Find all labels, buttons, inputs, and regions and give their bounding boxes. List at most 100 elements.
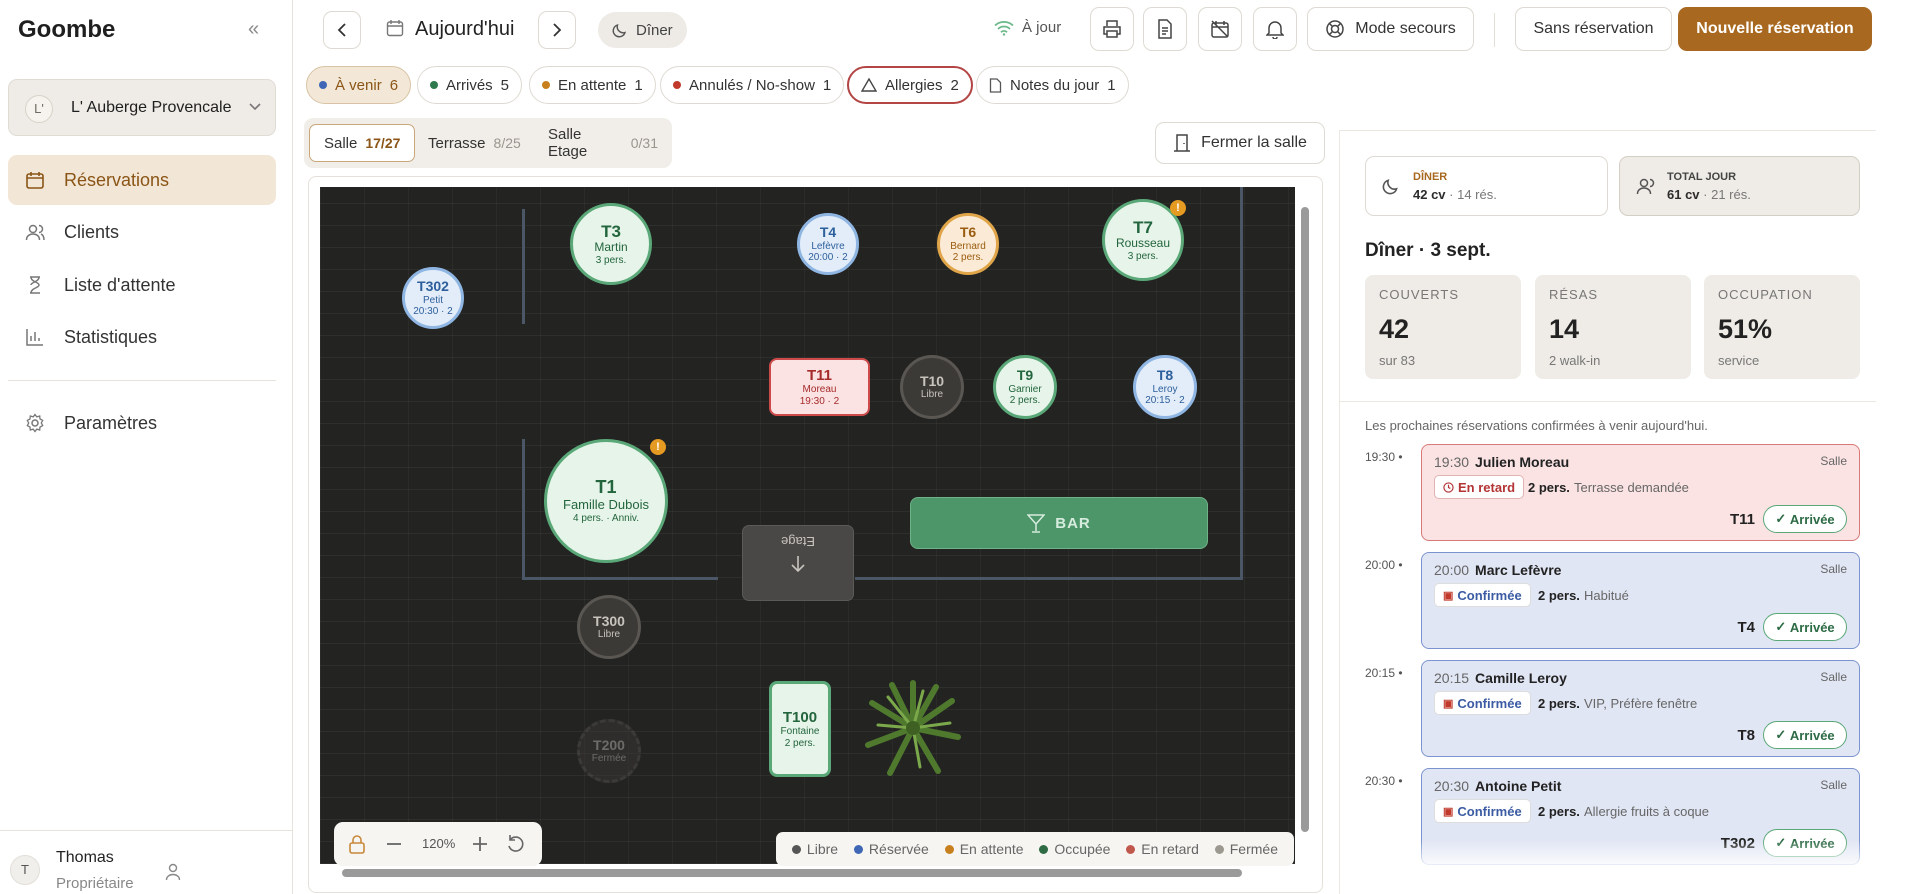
reservation-card[interactable]: 20:00 Marc Lefèvre Salle ▣ Confirmée 2 pe… [1421,552,1860,649]
walk-in-button[interactable]: Sans réservation [1515,7,1672,51]
day-total-card[interactable]: TOTAL JOUR 61 cv · 21 rés. [1619,156,1860,216]
filter-cancelled[interactable]: Annulés / No-show 1 [660,66,845,104]
profile-icon[interactable] [165,863,181,884]
table-t8[interactable]: T8 Leroy 20:15 · 2 [1133,355,1197,419]
table-guest: Fermée [591,753,627,765]
nav-item-clients[interactable]: Clients [8,207,276,257]
stat-reservations: RÉSAS 14 2 walk-in [1535,275,1691,379]
service-selector[interactable]: Dîner [598,12,687,48]
table-guest: Famille Dubois [563,497,649,513]
table-info: 3 pers. [1127,250,1159,262]
reservation-card[interactable]: 20:15 Camille Leroy Salle ▣ Confirmée 2 p… [1421,660,1860,757]
hourglass-icon [24,274,46,296]
scroll-thumb[interactable] [342,869,1242,877]
nav-label: Statistiques [64,326,158,347]
legend-item: Réservée [853,841,929,857]
table-guest: Martin [594,240,628,255]
mark-arrived-button[interactable]: ✓ Arrivée [1763,613,1847,641]
calendar-off-button[interactable] [1198,7,1242,51]
table-t3[interactable]: T3 Martin 3 pers. [570,203,652,285]
diner-summary-card[interactable]: DÎNER 42 cv · 14 rés. [1365,156,1608,216]
table-guest: Libre [920,389,944,401]
reservation-card[interactable]: 19:30 Julien Moreau Salle En retard 2 per… [1421,444,1860,541]
divider [1494,13,1495,47]
table-id: T200 [593,737,625,754]
table-t11[interactable]: T11 Moreau 19:30 · 2 [769,358,870,416]
tab-room-etage[interactable]: Salle Etage 0/31 [534,124,672,162]
user-role: Propriétaire [56,875,134,892]
total-covers: 61 cv [1667,187,1700,202]
vertical-scrollbar[interactable] [1298,187,1312,864]
filter-arrived[interactable]: Arrivés 5 [417,66,523,104]
mark-arrived-button[interactable]: ✓ Arrivée [1763,505,1847,533]
stat-value: 42 [1379,314,1410,344]
collapse-sidebar-icon[interactable]: « [248,18,259,41]
nav-item-settings[interactable]: Paramètres [8,398,276,448]
fade-overlay [1421,840,1860,870]
user-profile[interactable]: T Thomas Propriétaire [0,830,293,894]
table-t100[interactable]: T100 Fontaine 2 pers. [769,681,831,777]
table-t4[interactable]: T4 Lefèvre 20:00 · 2 [797,213,859,275]
legend-dot [853,845,863,854]
mark-arrived-button[interactable]: ✓ Arrivée [1763,721,1847,749]
nav-item-statistics[interactable]: Statistiques [8,312,276,362]
plant-decor [865,680,961,776]
prev-day-button[interactable] [323,11,361,49]
reset-icon[interactable] [506,834,526,854]
table-guest: Libre [597,629,621,641]
tab-count: 17/27 [365,135,401,151]
sync-status: À jour [994,19,1061,36]
filter-count: 1 [822,76,832,94]
tab-room-salle[interactable]: Salle 17/27 [309,124,416,162]
stat-detail: sur 83 [1379,353,1416,368]
tab-label: Salle Etage [548,126,588,160]
table-t1[interactable]: T1 Famille Dubois 4 pers. · Anniv. [544,439,668,563]
table-info: 20:00 · 2 [808,252,848,264]
check-icon: ✓ [1775,727,1790,742]
nav-item-waitlist[interactable]: Liste d'attente [8,260,276,310]
legend-dot [791,845,801,854]
filter-allergies[interactable]: Allergies 2 [847,66,973,104]
zoom-in-icon[interactable] [472,836,488,852]
table-t302[interactable]: T302 Petit 20:30 · 2 [402,267,464,329]
horizontal-scrollbar[interactable] [320,866,1295,880]
notifications-button[interactable] [1253,7,1297,51]
print-button[interactable] [1090,7,1134,51]
reservation-zone: Salle [1820,778,1847,792]
new-reservation-button[interactable]: Nouvelle réservation [1678,7,1872,51]
filter-count: 5 [500,76,510,94]
table-t6[interactable]: T6 Bernard 2 pers. [937,213,999,275]
timeline-time: 20:00 • [1365,558,1403,572]
legend-label: Réservée [868,841,929,857]
arrow-down-icon [791,556,805,573]
stairs-upstairs[interactable]: Etage [742,525,854,601]
filter-label: En attente [558,76,627,94]
filter-waiting[interactable]: En attente 1 [529,66,656,104]
table-id: T7 [1133,217,1153,237]
filter-upcoming[interactable]: À venir 6 [306,66,412,104]
reservation-party: 2 pers. [1528,480,1570,495]
venue-selector[interactable]: L' L' Auberge Provencale [8,79,276,136]
report-button[interactable] [1143,7,1187,51]
zoom-out-icon[interactable] [386,842,402,846]
current-date[interactable]: Aujourd'hui [415,18,514,41]
next-day-button[interactable] [538,11,576,49]
tab-label: Terrasse [428,134,486,152]
lock-icon[interactable] [348,834,366,854]
close-room-button[interactable]: Fermer la salle [1155,122,1325,164]
tab-room-terrasse[interactable]: Terrasse 8/25 [414,124,535,162]
legend-item: En attente [944,841,1024,857]
filter-notes[interactable]: Notes du jour 1 [976,66,1129,104]
users-icon [24,221,46,243]
table-t300[interactable]: T300 Libre [577,595,641,659]
nav-item-reservations[interactable]: Réservations [8,155,276,205]
scroll-thumb[interactable] [1301,207,1309,832]
filter-count: 1 [634,76,643,94]
floor-plan[interactable]: T3 Martin 3 pers. T4 Lefèvre 20:00 · 2 T… [320,187,1295,864]
status-dot [319,81,327,89]
rescue-mode-button[interactable]: Mode secours [1307,7,1474,51]
table-t9[interactable]: T9 Garnier 2 pers. [993,355,1057,419]
table-t10[interactable]: T10 Libre [900,355,964,419]
table-t200[interactable]: T200 Fermée [577,719,641,783]
diner-label: DÎNER [1413,171,1448,183]
